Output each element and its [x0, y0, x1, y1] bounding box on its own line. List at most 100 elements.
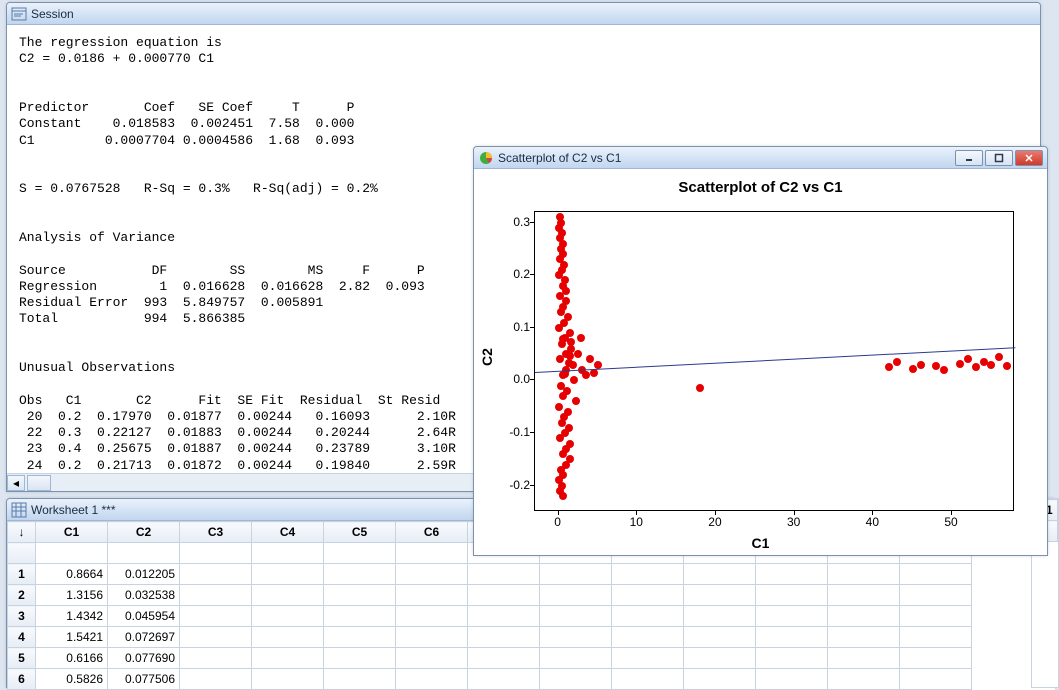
cell[interactable]: 0.032538 [108, 585, 180, 606]
maximize-button[interactable] [985, 150, 1013, 166]
cell-blank[interactable] [396, 543, 468, 564]
cell-empty[interactable] [324, 669, 396, 690]
cell-empty[interactable] [468, 606, 540, 627]
cell-empty[interactable] [540, 627, 612, 648]
cell-empty[interactable] [252, 627, 324, 648]
cell-empty[interactable] [612, 606, 684, 627]
cell-empty[interactable] [180, 585, 252, 606]
cell-empty[interactable] [828, 669, 900, 690]
cell-empty[interactable] [252, 585, 324, 606]
cell-empty[interactable] [396, 606, 468, 627]
cell-empty[interactable] [756, 564, 828, 585]
cell-empty[interactable] [468, 564, 540, 585]
cell-empty[interactable] [612, 564, 684, 585]
cell-empty[interactable] [612, 627, 684, 648]
cell-empty[interactable] [756, 648, 828, 669]
cell[interactable]: 0.072697 [108, 627, 180, 648]
cell-empty[interactable] [684, 606, 756, 627]
cell-empty[interactable] [396, 585, 468, 606]
row-header[interactable]: 5 [8, 648, 36, 669]
cell-empty[interactable] [684, 669, 756, 690]
cell[interactable]: 0.8664 [36, 564, 108, 585]
cell-empty[interactable] [684, 627, 756, 648]
row-header[interactable]: 3 [8, 606, 36, 627]
col-header[interactable]: C3 [180, 522, 252, 543]
col-header[interactable]: C4 [252, 522, 324, 543]
cell-empty[interactable] [180, 627, 252, 648]
cell-empty[interactable] [540, 585, 612, 606]
cell-empty[interactable] [396, 669, 468, 690]
cell-blank[interactable] [108, 543, 180, 564]
cell[interactable]: 0.012205 [108, 564, 180, 585]
cell-empty[interactable] [252, 669, 324, 690]
cell-empty[interactable] [684, 585, 756, 606]
cell-empty[interactable] [900, 585, 972, 606]
minimize-button[interactable] [955, 150, 983, 166]
cell-empty[interactable] [396, 627, 468, 648]
cell-empty[interactable] [252, 564, 324, 585]
cell-empty[interactable] [612, 585, 684, 606]
cell-empty[interactable] [324, 627, 396, 648]
cell-empty[interactable] [396, 648, 468, 669]
cell[interactable]: 0.077690 [108, 648, 180, 669]
cell-empty[interactable] [684, 648, 756, 669]
cell-empty[interactable] [756, 669, 828, 690]
cell-empty[interactable] [828, 627, 900, 648]
cell-empty[interactable] [828, 564, 900, 585]
scroll-thumb[interactable] [27, 475, 51, 491]
cell-empty[interactable] [180, 606, 252, 627]
cell-blank[interactable] [180, 543, 252, 564]
cell[interactable]: 0.077506 [108, 669, 180, 690]
row-header[interactable]: 6 [8, 669, 36, 690]
cell-empty[interactable] [900, 606, 972, 627]
cell-empty[interactable] [180, 564, 252, 585]
cell-empty[interactable] [468, 669, 540, 690]
row-header[interactable]: 1 [8, 564, 36, 585]
cell-empty[interactable] [324, 564, 396, 585]
cell-empty[interactable] [252, 648, 324, 669]
cell[interactable]: 0.5826 [36, 669, 108, 690]
cell-empty[interactable] [468, 585, 540, 606]
cell-empty[interactable] [756, 627, 828, 648]
cell-empty[interactable] [684, 564, 756, 585]
cell-empty[interactable] [828, 585, 900, 606]
col-header[interactable]: C2 [108, 522, 180, 543]
cell-empty[interactable] [756, 606, 828, 627]
col-header[interactable]: C1 [36, 522, 108, 543]
cell[interactable]: 0.045954 [108, 606, 180, 627]
cell-empty[interactable] [180, 669, 252, 690]
row-header[interactable]: 2 [8, 585, 36, 606]
cell-empty[interactable] [828, 648, 900, 669]
cell-empty[interactable] [900, 648, 972, 669]
cell-empty[interactable] [756, 585, 828, 606]
cell-empty[interactable] [540, 669, 612, 690]
cell[interactable]: 1.5421 [36, 627, 108, 648]
cell-empty[interactable] [540, 606, 612, 627]
cell-empty[interactable] [540, 648, 612, 669]
cell-empty[interactable] [540, 564, 612, 585]
cell-empty[interactable] [900, 627, 972, 648]
chart-area[interactable]: Scatterplot of C2 vs C1 C2 C1 -0.2-0.10.… [474, 169, 1047, 555]
cell-blank[interactable] [324, 543, 396, 564]
cell-empty[interactable] [180, 648, 252, 669]
cell-empty[interactable] [612, 648, 684, 669]
cell-blank[interactable] [252, 543, 324, 564]
cell-empty[interactable] [324, 648, 396, 669]
cell[interactable]: 1.4342 [36, 606, 108, 627]
session-titlebar[interactable]: Session [7, 3, 1040, 25]
scroll-left-button[interactable]: ◂ [7, 475, 25, 491]
scatterplot-titlebar[interactable]: Scatterplot of C2 vs C1 [474, 147, 1047, 169]
cell-empty[interactable] [252, 606, 324, 627]
cell-empty[interactable] [900, 564, 972, 585]
col-header[interactable]: C6 [396, 522, 468, 543]
cell[interactable]: 0.6166 [36, 648, 108, 669]
cell-empty[interactable] [468, 648, 540, 669]
cell-empty[interactable] [828, 606, 900, 627]
row-header-blank[interactable] [8, 543, 36, 564]
col-header[interactable]: C5 [324, 522, 396, 543]
cell-empty[interactable] [468, 627, 540, 648]
cell-blank[interactable] [36, 543, 108, 564]
cell-empty[interactable] [900, 669, 972, 690]
close-button[interactable] [1015, 150, 1043, 166]
cell-empty[interactable] [612, 669, 684, 690]
